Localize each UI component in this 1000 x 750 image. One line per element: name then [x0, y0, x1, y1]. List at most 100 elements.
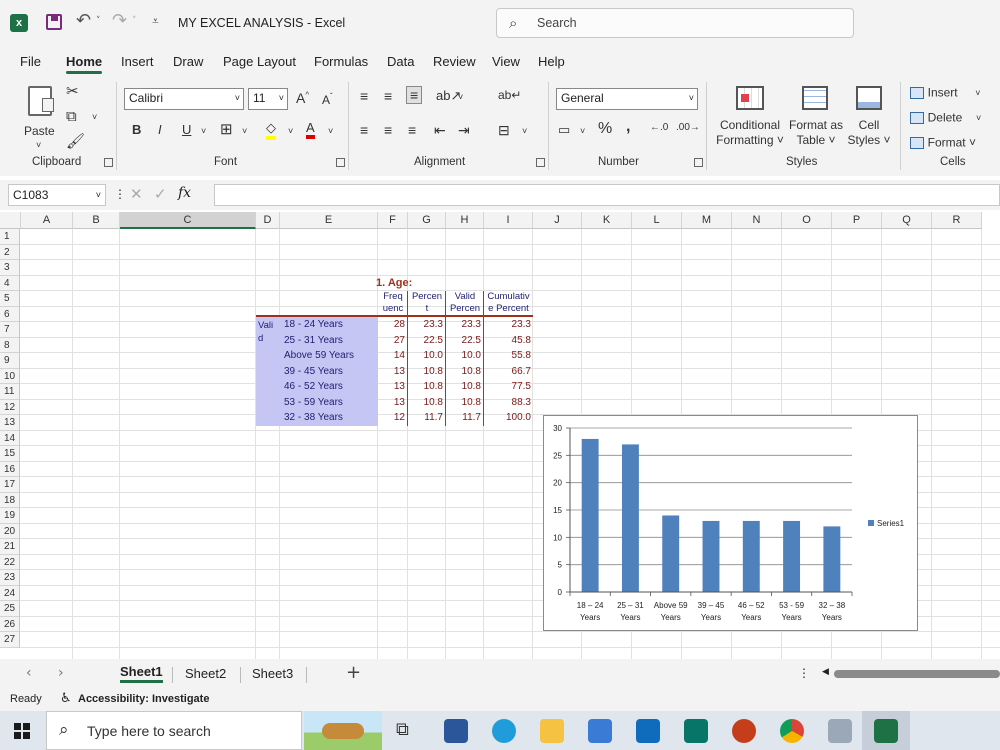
- scroll-right-icon[interactable]: ›: [58, 665, 64, 681]
- comma-style-icon[interactable]: ,: [626, 118, 630, 136]
- select-all-corner[interactable]: [0, 212, 21, 229]
- worksheet-grid[interactable]: ABCDEFGHIJKLMNOPQR 1 2 3 4 5 6 7 8 9 10 11 12 13 14 15…: [0, 212, 1000, 659]
- column-header-l[interactable]: L: [632, 212, 682, 229]
- microsoft-store-icon[interactable]: [588, 719, 612, 743]
- align-center-icon[interactable]: ≡: [384, 122, 392, 138]
- row-header-8[interactable]: 8: [0, 337, 20, 353]
- column-header-j[interactable]: J: [533, 212, 582, 229]
- row-header-16[interactable]: 16: [0, 461, 20, 477]
- wrap-text-icon[interactable]: ab↵: [498, 88, 521, 102]
- fill-color-dropdown-icon[interactable]: ˅: [288, 126, 293, 136]
- tab-file[interactable]: File: [20, 54, 41, 69]
- copy-dropdown-icon[interactable]: ˅: [92, 112, 97, 122]
- conditional-formatting-button[interactable]: Conditional Formatting ˅: [714, 82, 786, 152]
- format-as-table-button[interactable]: Format as Table ˅: [788, 82, 844, 152]
- photos-icon[interactable]: [828, 719, 852, 743]
- increase-font-icon[interactable]: A^: [296, 90, 309, 106]
- tab-formulas[interactable]: Formulas: [314, 54, 368, 69]
- format-cells-button[interactable]: Format ˅: [910, 134, 998, 152]
- font-launcher-icon[interactable]: [336, 158, 345, 167]
- font-name-select[interactable]: Calibri ˅: [124, 88, 244, 110]
- add-sheet-icon[interactable]: +: [346, 662, 361, 683]
- row-header-22[interactable]: 22: [0, 554, 20, 570]
- column-header-p[interactable]: P: [832, 212, 882, 229]
- row-header-17[interactable]: 17: [0, 477, 20, 493]
- column-header-h[interactable]: H: [446, 212, 484, 229]
- row-header-1[interactable]: 1: [0, 229, 20, 245]
- sheet-tab-sheet1[interactable]: Sheet1: [120, 664, 163, 683]
- more-options-icon[interactable]: ⋮: [114, 187, 126, 201]
- delete-cells-button[interactable]: Delete ˅: [910, 109, 998, 127]
- column-header-f[interactable]: F: [378, 212, 408, 229]
- increase-decimal-icon[interactable]: ←.0: [650, 122, 668, 133]
- increase-indent-icon[interactable]: ⇥: [458, 122, 470, 139]
- save-icon[interactable]: [46, 14, 62, 30]
- align-bottom-icon[interactable]: ≡: [406, 86, 423, 104]
- font-color-dropdown-icon[interactable]: ˅: [328, 126, 333, 136]
- merge-center-icon[interactable]: ⊟: [498, 122, 510, 139]
- column-header-q[interactable]: Q: [882, 212, 932, 229]
- excel-taskbar-active[interactable]: [862, 711, 910, 750]
- windows-start-icon[interactable]: [14, 723, 30, 739]
- publisher-icon[interactable]: [684, 719, 708, 743]
- number-format-select[interactable]: General ˅: [556, 88, 698, 110]
- tab-data[interactable]: Data: [387, 54, 414, 69]
- column-header-a[interactable]: A: [21, 212, 73, 229]
- row-header-19[interactable]: 19: [0, 508, 20, 524]
- align-middle-icon[interactable]: ≡: [384, 88, 392, 104]
- column-header-n[interactable]: N: [732, 212, 782, 229]
- tab-view[interactable]: View: [492, 54, 520, 69]
- row-header-5[interactable]: 5: [0, 291, 20, 307]
- undo-dropdown-icon[interactable]: ˅: [96, 16, 101, 26]
- row-header-27[interactable]: 27: [0, 632, 20, 648]
- column-header-e[interactable]: E: [280, 212, 378, 229]
- row-header-20[interactable]: 20: [0, 523, 20, 539]
- column-header-k[interactable]: K: [582, 212, 632, 229]
- redo-icon[interactable]: ↷: [112, 10, 127, 31]
- column-header-i[interactable]: I: [484, 212, 533, 229]
- percent-style-icon[interactable]: %: [598, 120, 612, 138]
- underline-dropdown-icon[interactable]: ˅: [201, 126, 206, 136]
- underline-icon[interactable]: U: [182, 122, 191, 137]
- accounting-format-icon[interactable]: ▭: [558, 122, 570, 138]
- row-header-12[interactable]: 12: [0, 399, 20, 415]
- row-header-4[interactable]: 4: [0, 275, 20, 291]
- accounting-dropdown-icon[interactable]: ˅: [580, 126, 585, 136]
- row-header-10[interactable]: 10: [0, 368, 20, 384]
- row-header-21[interactable]: 21: [0, 539, 20, 555]
- tab-draw[interactable]: Draw: [173, 54, 203, 69]
- row-header-11[interactable]: 11: [0, 384, 20, 400]
- horizontal-scrollbar[interactable]: [834, 670, 1000, 678]
- alignment-launcher-icon[interactable]: [536, 158, 545, 167]
- column-header-o[interactable]: O: [782, 212, 832, 229]
- customize-toolbar-icon[interactable]: ⩡: [152, 14, 159, 29]
- row-header-13[interactable]: 13: [0, 415, 20, 431]
- decrease-font-icon[interactable]: Aˇ: [322, 92, 333, 107]
- word-icon[interactable]: [444, 719, 468, 743]
- row-header-23[interactable]: 23: [0, 570, 20, 586]
- accessibility-status[interactable]: Accessibility: Investigate: [78, 693, 209, 705]
- tab-page-layout[interactable]: Page Layout: [223, 54, 296, 69]
- borders-dropdown-icon[interactable]: ˅: [242, 126, 247, 136]
- row-header-14[interactable]: 14: [0, 430, 20, 446]
- row-header-18[interactable]: 18: [0, 492, 20, 508]
- decrease-decimal-icon[interactable]: .00→: [676, 122, 700, 133]
- tab-help[interactable]: Help: [538, 54, 565, 69]
- column-header-b[interactable]: B: [73, 212, 120, 229]
- tab-review[interactable]: Review: [433, 54, 476, 69]
- undo-icon[interactable]: ↶: [76, 10, 91, 31]
- number-launcher-icon[interactable]: [694, 158, 703, 167]
- scroll-left-icon[interactable]: ◀: [822, 667, 829, 677]
- align-top-icon[interactable]: ≡: [360, 88, 368, 104]
- paste-button[interactable]: Paste ˅: [22, 82, 58, 152]
- task-view-icon[interactable]: ⧉: [396, 719, 409, 740]
- bold-icon[interactable]: B: [132, 122, 141, 137]
- accessibility-icon[interactable]: ♿: [60, 691, 72, 706]
- chrome-icon[interactable]: [780, 719, 804, 743]
- format-painter-icon[interactable]: 🖌: [66, 132, 85, 150]
- row-header-6[interactable]: 6: [0, 306, 20, 322]
- borders-icon[interactable]: ⊞: [220, 120, 233, 138]
- taskbar-search-box[interactable]: ⌕ Type here to search: [46, 711, 302, 750]
- chart-area[interactable]: 0 5 10 15 20 25 30 18 – 24 Years 25 – 31 Years Abov…: [543, 415, 918, 631]
- row-header-24[interactable]: 24: [0, 585, 20, 601]
